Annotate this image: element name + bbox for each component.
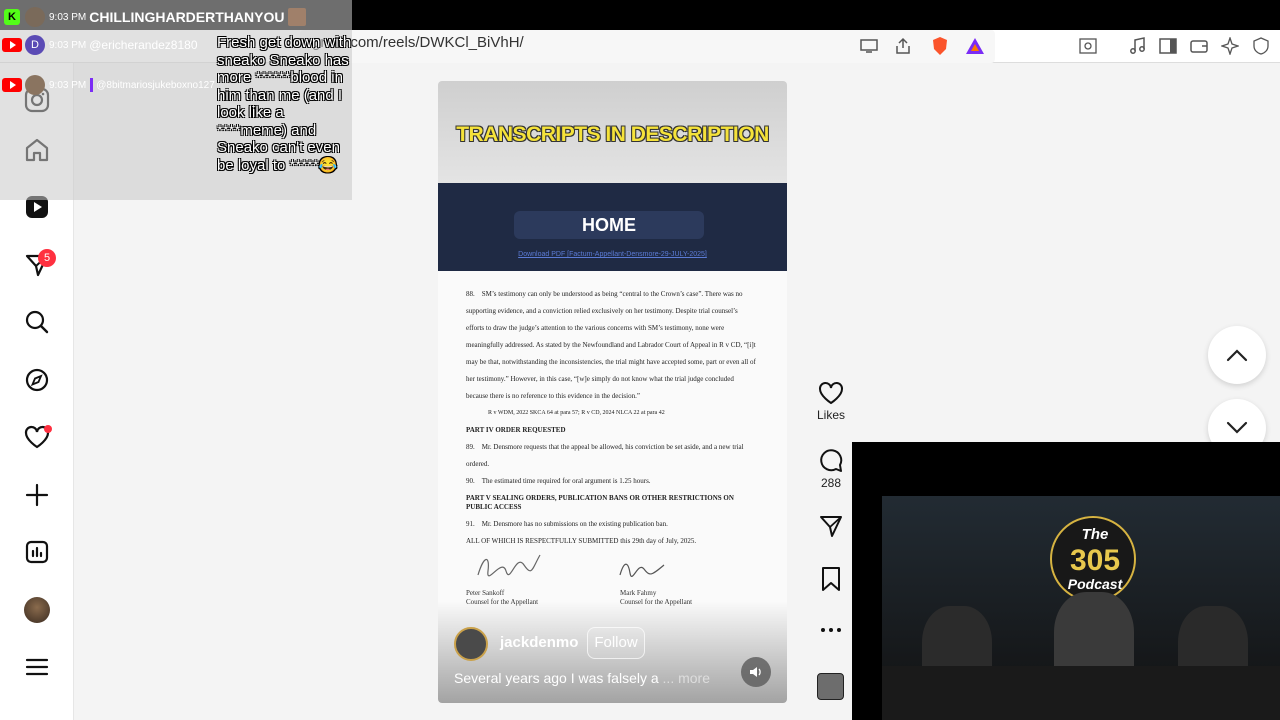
more-horizontal-icon[interactable] <box>819 620 843 640</box>
podcast-logo: The 305 Podcast <box>1050 516 1136 602</box>
doc-part-heading: PART V SEALING ORDERS, PUBLICATION BANS … <box>466 494 734 511</box>
comment-icon[interactable] <box>818 447 844 473</box>
reel-banner: TRANSCRIPTS IN DESCRIPTION <box>438 81 787 183</box>
sidebar-toggle-icon[interactable] <box>1155 33 1181 59</box>
author-handle[interactable]: jackdenmo <box>500 634 578 651</box>
reel-caption[interactable]: Several years ago I was falsely a ... mo… <box>454 670 710 686</box>
chat-emote <box>288 8 307 26</box>
doc-paragraph: 89. Mr. Densmore requests that the appea… <box>466 443 744 468</box>
brave-shield-icon[interactable] <box>927 33 953 59</box>
more-icon-partial[interactable] <box>22 706 52 720</box>
share-icon[interactable] <box>818 513 844 539</box>
reel-banner-text: TRANSCRIPTS IN DESCRIPTION <box>456 123 769 146</box>
save-action[interactable] <box>815 566 847 592</box>
comments-count: 288 <box>820 476 842 490</box>
screen: gram.com/reels/DWKCl_BiVhH/ 5 K 9:03 PM … <box>0 0 1280 720</box>
profile-avatar[interactable] <box>22 595 52 625</box>
doc-paragraph: 88. SM’s testimony can only be understoo… <box>466 290 756 400</box>
search-icon[interactable] <box>22 307 52 337</box>
doc-paragraph: 91. Mr. Densmore has no submissions on t… <box>466 520 668 528</box>
chat-message: Fresh get down with sneako Sneako has mo… <box>217 34 352 174</box>
doc-part-heading: PART IV ORDER REQUESTED <box>466 426 566 434</box>
wallet-icon[interactable] <box>1186 33 1212 59</box>
reel-home-button: HOME <box>514 211 704 239</box>
youtube-icon <box>2 38 22 52</box>
youtube-icon <box>2 78 22 92</box>
volume-icon[interactable] <box>741 657 771 687</box>
chat-username: @8bitmariosjukeboxno127 <box>96 79 215 91</box>
reel-pdf-link: Download PDF [Factum-Appellant-Densmore-… <box>518 251 707 258</box>
reel-website-nav: HOME Download PDF [Factum-Appellant-Dens… <box>438 183 787 271</box>
chevron-down-icon <box>1226 421 1248 434</box>
chevron-up-icon <box>1226 349 1248 362</box>
doc-paragraph: 90. The estimated time required for oral… <box>466 477 651 485</box>
doc-citation: R v WDM, 2022 SKCA 64 at para 57; R v CD… <box>488 410 665 416</box>
chat-row: 9:03 PM @8bitmariosjukeboxno127 <box>2 75 215 95</box>
chat-row: K 9:03 PM CHILLINGHARDERTHANYOU <box>4 7 307 27</box>
dashboard-icon[interactable] <box>22 537 52 567</box>
brave-rewards-icon[interactable] <box>962 33 988 59</box>
chat-avatar: D <box>25 35 45 55</box>
chat-time: 9:03 PM <box>49 79 87 91</box>
likes-label: Likes <box>816 408 845 422</box>
create-plus-icon[interactable] <box>22 480 52 510</box>
chat-avatar <box>25 75 45 95</box>
bookmark-icon[interactable] <box>820 566 842 592</box>
music-icon[interactable] <box>1125 33 1151 59</box>
reel-video[interactable]: TRANSCRIPTS IN DESCRIPTION HOME Download… <box>438 81 787 703</box>
audio-thumbnail[interactable] <box>817 673 844 700</box>
podcast-video-overlay: The 305 Podcast <box>852 442 1280 720</box>
heart-icon[interactable] <box>818 381 844 405</box>
caption-more-link: ... more <box>662 670 711 686</box>
doc-closing: ALL OF WHICH IS RESPECTFULLY SUBMITTED t… <box>466 537 697 545</box>
comment-action[interactable]: 288 <box>815 447 847 490</box>
chat-time: 9:03 PM <box>49 11 87 23</box>
chat-row: D 9:03 PM @ericherandez8180 <box>2 35 198 55</box>
chat-separator <box>90 78 94 92</box>
explore-icon[interactable] <box>22 365 52 395</box>
chat-username: @ericherandez8180 <box>89 38 198 52</box>
chat-username: CHILLINGHARDERTHANYOU <box>89 9 285 25</box>
follow-button[interactable]: Follow <box>587 627 645 659</box>
share-action[interactable] <box>815 513 847 539</box>
search-tab-icon[interactable] <box>1075 33 1101 59</box>
signature-2 <box>619 563 665 577</box>
legal-document: 88. SM’s testimony can only be understoo… <box>466 286 756 550</box>
install-app-icon[interactable] <box>856 33 882 59</box>
chat-time: 9:03 PM <box>49 39 87 51</box>
more-menu-icon[interactable] <box>22 652 52 682</box>
vpn-shield-icon[interactable] <box>1248 33 1274 59</box>
chat-avatar <box>25 7 45 27</box>
signature-1 <box>477 554 541 577</box>
previous-reel-button[interactable] <box>1208 326 1266 384</box>
notification-dot <box>44 425 52 433</box>
podcast-video-frame: The 305 Podcast <box>882 496 1280 720</box>
like-action[interactable]: Likes <box>815 381 847 422</box>
podcast-table <box>882 666 1280 720</box>
kick-icon: K <box>4 9 20 25</box>
author-avatar[interactable] <box>454 627 488 661</box>
stream-chat-overlay: K 9:03 PM CHILLINGHARDERTHANYOU D 9:03 P… <box>0 0 352 200</box>
leo-ai-icon[interactable] <box>1217 33 1243 59</box>
more-options-action[interactable] <box>815 620 847 640</box>
notification-badge: 5 <box>38 249 56 267</box>
share-icon[interactable] <box>890 33 916 59</box>
